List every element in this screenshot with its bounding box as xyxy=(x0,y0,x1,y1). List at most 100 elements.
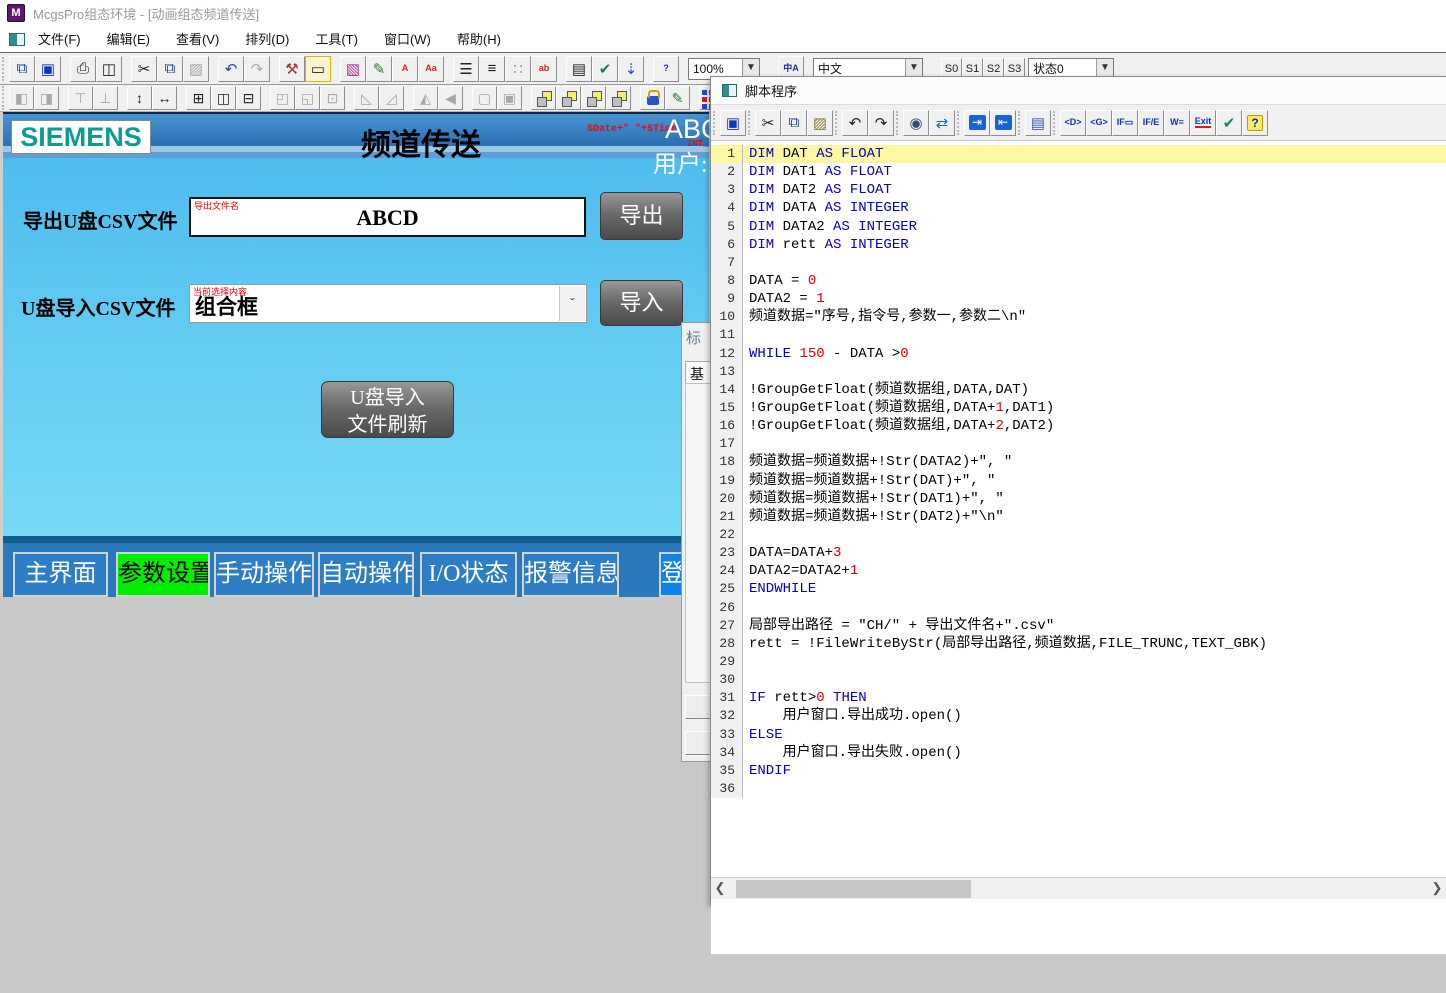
center-horiz-button[interactable]: ◰ xyxy=(270,86,295,110)
unlock-edit-button[interactable]: ✎ xyxy=(665,86,690,110)
code-line[interactable]: 36 xyxy=(711,780,1446,798)
properties-button[interactable]: ▤ xyxy=(566,56,592,82)
import-file-combobox[interactable]: 当前选择内容 组合框 ˇ xyxy=(189,284,587,323)
send-backward-button[interactable] xyxy=(606,86,631,110)
replace-button[interactable]: ⇄ xyxy=(929,110,955,136)
code-line[interactable]: 23DATA=DATA+3 xyxy=(711,544,1446,562)
scrollbar-thumb[interactable] xyxy=(736,880,971,898)
lock-button[interactable] xyxy=(640,86,665,110)
window-frame-button[interactable]: ▭ xyxy=(305,56,331,82)
align-left-button[interactable]: ◧ xyxy=(9,86,34,110)
copy-button[interactable]: ⧉ xyxy=(157,56,183,82)
rotate-right-button[interactable]: ◿ xyxy=(379,86,404,110)
code-line[interactable]: 34 用户窗口.导出失败.open() xyxy=(711,744,1446,762)
ungroup-button[interactable]: ▣ xyxy=(497,86,522,110)
redo-button[interactable]: ↷ xyxy=(244,56,270,82)
nav-button[interactable]: I/O状态 xyxy=(420,552,517,597)
export-button[interactable]: 导出 xyxy=(600,192,683,240)
code-line[interactable]: 17 xyxy=(711,435,1446,453)
child-window-icon[interactable] xyxy=(9,33,25,46)
print-preview-button[interactable]: ◫ xyxy=(96,56,122,82)
code-line[interactable]: 3DIM DAT2 AS FLOAT xyxy=(711,181,1446,199)
if-block-button[interactable]: IF▭ xyxy=(1112,110,1138,136)
char-color-button[interactable]: A xyxy=(392,56,418,82)
flip-vert-button[interactable]: ◀ xyxy=(438,86,463,110)
bring-front-button[interactable] xyxy=(531,86,556,110)
nav-button[interactable]: 参数设置 xyxy=(116,552,210,597)
code-line[interactable]: 8DATA = 0 xyxy=(711,272,1446,290)
usb-refresh-button[interactable]: U盘导入 文件刷新 xyxy=(321,381,454,438)
paste-button[interactable]: ▨ xyxy=(807,110,833,136)
align-right-button[interactable]: ◨ xyxy=(34,86,59,110)
code-line[interactable]: 9DATA2 = 1 xyxy=(711,290,1446,308)
redo-button[interactable]: ↷ xyxy=(868,110,894,136)
code-line[interactable]: 25ENDWHILE xyxy=(711,580,1446,598)
same-size-button[interactable]: ⊞ xyxy=(186,86,211,110)
menu-item[interactable]: 编辑(E) xyxy=(94,27,163,52)
spell-abc-button[interactable]: ab xyxy=(531,56,557,82)
code-line[interactable]: 13 xyxy=(711,363,1446,381)
fit-width-button[interactable]: ⊟ xyxy=(236,86,261,110)
cut-button[interactable]: ✂ xyxy=(755,110,781,136)
comment-button[interactable]: ▤ xyxy=(1025,110,1051,136)
help-button[interactable]: ? xyxy=(1242,110,1268,136)
scroll-left-icon[interactable]: ❮ xyxy=(711,878,729,900)
exit-block-button[interactable]: Exit xyxy=(1190,110,1216,136)
menu-item[interactable]: 文件(F) xyxy=(25,27,94,52)
find-button[interactable]: ◉ xyxy=(903,110,929,136)
dialog-tab-partial[interactable]: 基 xyxy=(685,361,712,383)
code-line[interactable]: 27局部导出路径 = ″CH/″ + 导出文件名+″.csv″ xyxy=(711,617,1446,635)
scroll-right-icon[interactable]: ❯ xyxy=(1428,878,1446,900)
font-button[interactable]: Aa xyxy=(418,56,444,82)
code-line[interactable]: 10频道数据=″序号,指令号,参数一,参数二\n″ xyxy=(711,308,1446,326)
toolbox-button[interactable]: ⚒ xyxy=(279,56,305,82)
dim-tag-button[interactable]: <D> xyxy=(1060,110,1086,136)
code-line[interactable]: 33ELSE xyxy=(711,726,1446,744)
undo-button[interactable]: ↶ xyxy=(218,56,244,82)
fit-height-button[interactable]: ◫ xyxy=(211,86,236,110)
horizontal-scrollbar[interactable]: ❮ ❯ xyxy=(711,877,1446,899)
dialog-button-partial[interactable] xyxy=(685,695,711,719)
nav-button[interactable]: 自动操作 xyxy=(318,552,414,597)
code-line[interactable]: 12WHILE 150 - DATA >0 xyxy=(711,345,1446,363)
center-both-button[interactable]: ⊡ xyxy=(320,86,345,110)
nav-button[interactable]: 报警信息 xyxy=(522,552,619,597)
code-line[interactable]: 14!GroupGetFloat(频道数据组,DATA,DAT) xyxy=(711,381,1446,399)
code-line[interactable]: 35ENDIF xyxy=(711,762,1446,780)
export-filename-input[interactable]: 导出文件名 ABCD xyxy=(189,197,586,237)
save-button[interactable]: ▣ xyxy=(35,56,61,82)
align-top-button[interactable]: ⊤ xyxy=(68,86,93,110)
global-tag-button[interactable]: <G> xyxy=(1086,110,1112,136)
code-line[interactable]: 15!GroupGetFloat(频道数据组,DATA+1,DAT1) xyxy=(711,399,1446,417)
code-line[interactable]: 7 xyxy=(711,254,1446,272)
sort-lines-button[interactable]: ⇣ xyxy=(618,56,644,82)
code-line[interactable]: 20频道数据=频道数据+!Str(DAT1)+″, ″ xyxy=(711,490,1446,508)
code-line[interactable]: 29 xyxy=(711,653,1446,671)
fill-color-button[interactable]: ▧ xyxy=(340,56,366,82)
outline-button[interactable]: ≡ xyxy=(479,56,505,82)
paste-button[interactable]: ▨ xyxy=(183,56,209,82)
code-line[interactable]: 32 用户窗口.导出成功.open() xyxy=(711,707,1446,725)
code-line[interactable]: 24DATA2=DATA2+1 xyxy=(711,562,1446,580)
insert-doc-right-button[interactable]: ⇥ xyxy=(964,110,990,136)
code-line[interactable]: 22 xyxy=(711,526,1446,544)
menu-item[interactable]: 帮助(H) xyxy=(444,27,514,52)
align-bottom-button[interactable]: ⊥ xyxy=(93,86,118,110)
nav-button[interactable]: 手动操作 xyxy=(214,552,314,597)
menu-item[interactable]: 窗口(W) xyxy=(371,27,444,52)
center-vert-button[interactable]: ◱ xyxy=(295,86,320,110)
flip-horiz-button[interactable]: ◭ xyxy=(413,86,438,110)
code-line[interactable]: 2DIM DAT1 AS FLOAT xyxy=(711,163,1446,181)
menu-item[interactable]: 工具(T) xyxy=(302,27,371,52)
code-line[interactable]: 1DIM DAT AS FLOAT xyxy=(711,145,1446,163)
code-line[interactable]: 28rett = !FileWriteByStr(局部导出路径,频道数据,FIL… xyxy=(711,635,1446,653)
undo-button[interactable]: ↶ xyxy=(842,110,868,136)
code-line[interactable]: 31IF rett>0 THEN xyxy=(711,689,1446,707)
save-button[interactable]: ▣ xyxy=(720,110,746,136)
same-height-button[interactable]: ↕ xyxy=(127,86,152,110)
text-align-button[interactable]: ☰ xyxy=(453,56,479,82)
code-line[interactable]: 5DIM DATA2 AS INTEGER xyxy=(711,218,1446,236)
if-else-block-button[interactable]: IF/E xyxy=(1138,110,1164,136)
menu-item[interactable]: 查看(V) xyxy=(163,27,232,52)
bring-forward-button[interactable] xyxy=(581,86,606,110)
